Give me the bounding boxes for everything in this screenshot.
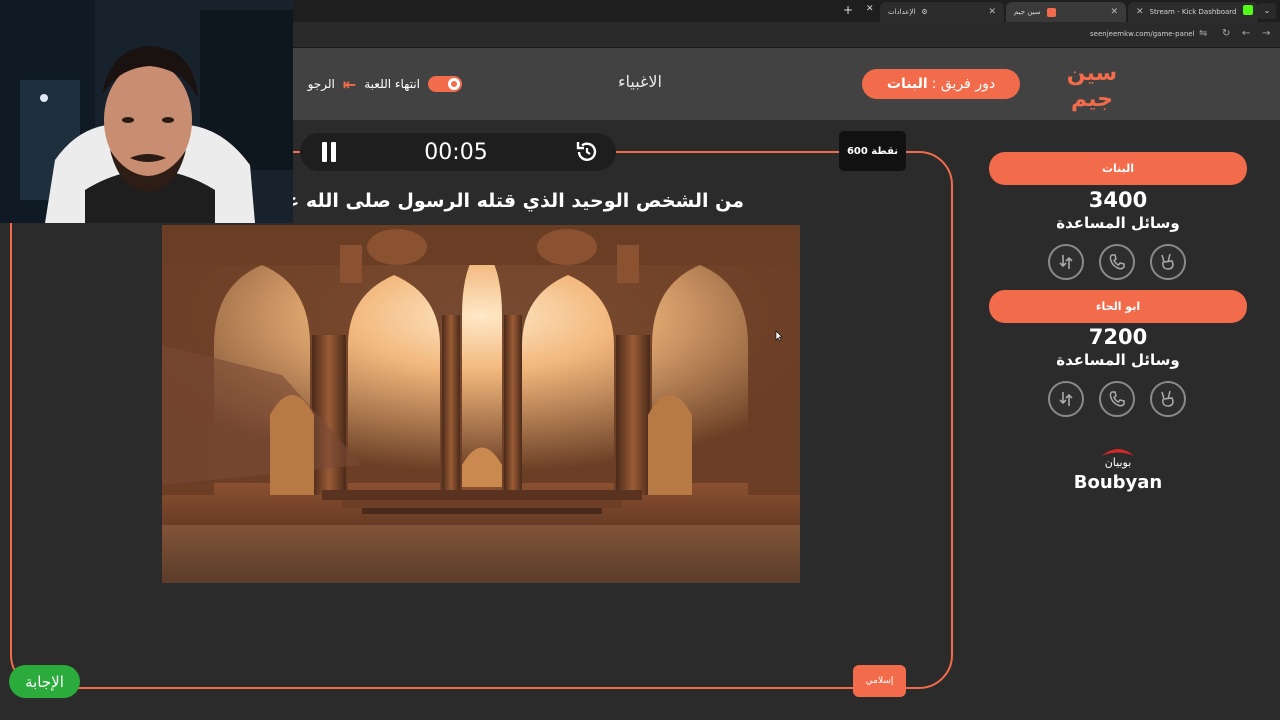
tab-kick-dashboard[interactable]: ✕ Stream - Kick Dashboard — [1128, 2, 1258, 22]
close-icon[interactable]: ✕ — [1110, 7, 1118, 17]
swap-icon[interactable] — [1048, 244, 1084, 280]
pause-icon[interactable] — [320, 142, 338, 162]
team-score: 3400 — [1088, 188, 1148, 212]
new-tab-icon[interactable]: + — [843, 3, 853, 17]
chevron-down-icon[interactable]: ⌄ — [1258, 3, 1276, 19]
close-icon[interactable]: ✕ — [988, 7, 996, 17]
close-icon[interactable]: ✕ — [866, 4, 874, 14]
swap-icon[interactable] — [1048, 381, 1084, 417]
phone-icon[interactable] — [1099, 244, 1135, 280]
gear-icon: ⚙ — [921, 8, 928, 16]
forward-icon[interactable]: → — [1262, 28, 1270, 39]
url-field[interactable]: seenjeemkw.com/game-panel — [1090, 30, 1195, 38]
kick-favicon-icon — [1243, 5, 1253, 15]
reload-icon[interactable]: ↻ — [1222, 28, 1230, 39]
question-image — [162, 225, 800, 583]
tune-icon[interactable]: ⇋ — [1199, 28, 1207, 39]
team-name-pill: ابو الحاء — [989, 290, 1247, 323]
end-game-toggle[interactable] — [428, 76, 462, 92]
webcam-overlay — [0, 0, 293, 223]
site-logo: سين جيم — [1067, 61, 1117, 112]
back-icon[interactable]: ← — [1242, 28, 1250, 39]
aids-label: وسائل المساعدة — [1056, 351, 1180, 369]
end-game-label: انتهاء اللعبة — [364, 77, 420, 91]
svg-text:سين: سين — [1067, 61, 1117, 86]
answer-button[interactable]: الإجابة — [9, 665, 80, 698]
game-panel: + ✕ ✕ ⚙ الإعدادات ✕ سين جيم ✕ Stream - K… — [0, 0, 1280, 720]
tab-settings[interactable]: ✕ ⚙ الإعدادات — [880, 2, 1004, 22]
back-label[interactable]: الرجو — [308, 77, 335, 91]
team-turn-indicator: دور فريق : البنات — [862, 69, 1020, 99]
tab-game[interactable]: ✕ سين جيم — [1006, 2, 1126, 22]
site-favicon-icon — [1046, 7, 1056, 17]
victory-hand-icon[interactable] — [1150, 244, 1186, 280]
mouse-cursor-icon — [775, 330, 783, 342]
sponsor-name-english: Boubyan — [1073, 472, 1163, 493]
timer-display: 00:05 — [424, 140, 488, 165]
end-game-control[interactable]: انتهاء اللعبة ⇤ الرجو — [292, 72, 462, 96]
team-score: 7200 — [1088, 325, 1148, 349]
phone-icon[interactable] — [1099, 381, 1135, 417]
points-badge: 600 نقطة — [839, 131, 906, 171]
reset-timer-icon[interactable] — [574, 139, 600, 165]
close-icon[interactable]: ✕ — [1136, 7, 1144, 17]
sponsor-name-arabic: بوبيان — [1104, 456, 1132, 469]
exit-icon[interactable]: ⇤ — [343, 75, 356, 94]
aids-label: وسائل المساعدة — [1056, 214, 1180, 232]
victory-hand-icon[interactable] — [1150, 381, 1186, 417]
team-name-pill: البنات — [989, 152, 1247, 185]
category-badge: إسلامي — [853, 665, 906, 697]
page-title: الاغبياء — [618, 72, 662, 91]
svg-text:جيم: جيم — [1071, 87, 1113, 112]
